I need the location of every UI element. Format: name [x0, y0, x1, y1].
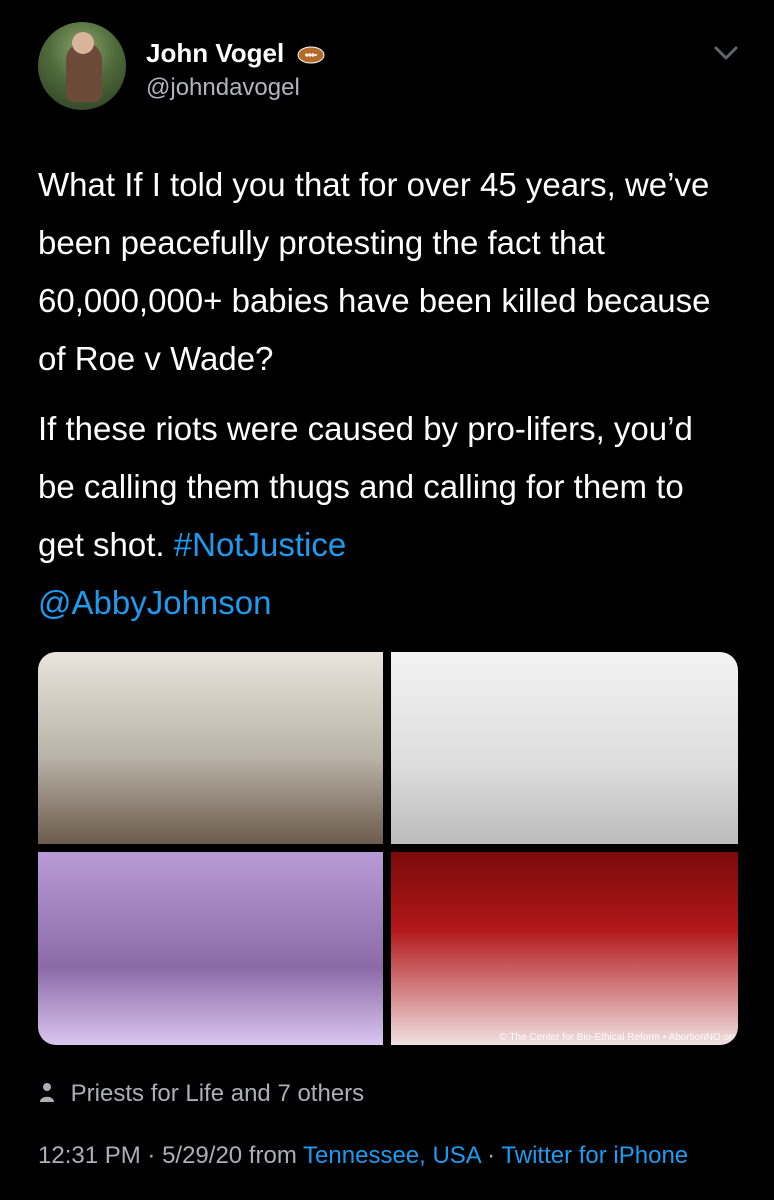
media-grid: © The Center for Bio-Ethical Reform • Ab…	[38, 652, 738, 1045]
handle[interactable]: @johndavogel	[146, 74, 300, 102]
meta-separator-2: ·	[480, 1142, 502, 1169]
meta-separator-1: ·	[140, 1142, 163, 1169]
chevron-down-icon[interactable]	[712, 44, 740, 67]
engagement-text: Priests for Life and 7 others	[70, 1080, 365, 1107]
image-watermark: © The Center for Bio-Ethical Reform • Ab…	[499, 1032, 738, 1043]
media-tile-4[interactable]: © The Center for Bio-Ethical Reform • Ab…	[391, 852, 738, 1045]
tweet-date: 5/29/20	[162, 1142, 243, 1169]
tweet-time: 12:31 PM	[38, 1142, 141, 1169]
person-icon	[38, 1081, 56, 1110]
media-tile-2[interactable]	[391, 652, 738, 844]
media-tile-3[interactable]	[38, 852, 383, 1045]
location-link[interactable]: Tennessee, USA	[303, 1142, 480, 1169]
display-name[interactable]: John Vogel	[146, 38, 325, 72]
display-name-text: John Vogel	[146, 38, 285, 68]
tweet-text: What If I told you that for over 45 year…	[38, 156, 738, 632]
tweet-header: John Vogel @johndavogel	[38, 22, 738, 112]
tweet-paragraph-2: If these riots were caused by pro-lifers…	[38, 400, 738, 632]
source-link[interactable]: Twitter for iPhone	[501, 1142, 688, 1169]
mention-link[interactable]: @AbbyJohnson	[38, 584, 271, 621]
avatar[interactable]	[38, 22, 126, 110]
meta-from: from	[242, 1142, 304, 1169]
tweet-paragraph-2-text: If these riots were caused by pro-lifers…	[38, 410, 693, 563]
tweet-meta: 12:31 PM · 5/29/20 from Tennessee, USA ·…	[38, 1140, 738, 1172]
tweet-paragraph-1: What If I told you that for over 45 year…	[38, 166, 711, 377]
hashtag-link[interactable]: #NotJustice	[174, 526, 346, 563]
engagement-row[interactable]: Priests for Life and 7 others	[38, 1080, 364, 1110]
avatar-head-shape	[72, 32, 94, 54]
media-tile-1[interactable]	[38, 652, 383, 844]
football-icon	[297, 41, 325, 72]
